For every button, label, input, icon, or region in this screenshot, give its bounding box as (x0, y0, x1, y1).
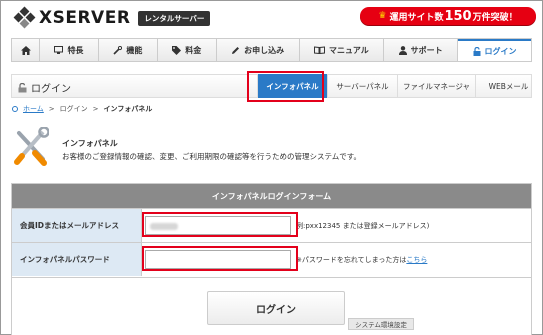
nav-manual[interactable]: マニュアル (300, 39, 385, 61)
wrench-screwdriver-icon (14, 127, 49, 166)
page-title-text: ログイン (31, 84, 71, 95)
nav-label: 特長 (67, 45, 84, 55)
info-description: お客様のご登録情報の確認、変更、ご利用期限の確認等を行うための管理システムです。 (62, 152, 362, 161)
logo-text: XSERVER (39, 8, 131, 28)
breadcrumb: ホーム > ログイン > インフォパネル (12, 104, 152, 114)
lock-open-icon (18, 82, 27, 92)
tab-serverpanel[interactable]: サーバーパネル (327, 74, 397, 98)
highlight-password-input (142, 246, 298, 271)
nav-label: マニュアル (329, 45, 369, 55)
crown-icon: ♛ (378, 11, 387, 21)
tools-icon (113, 45, 123, 55)
breadcrumb-current: インフォパネル (103, 105, 153, 113)
nav-pricing[interactable]: 料金 (158, 39, 217, 61)
breadcrumb-login: ログイン (59, 105, 88, 113)
promo-number: 150 (444, 8, 472, 24)
password-hint-text: ※パスワードを忘れてしまった方は (296, 256, 407, 264)
tag-icon (172, 45, 182, 55)
pencil-icon (232, 46, 240, 54)
nav-apply[interactable]: お申し込み (217, 39, 300, 61)
nav-support[interactable]: サポート (384, 39, 459, 61)
lock-icon (473, 46, 481, 56)
nav-label: 機能 (126, 45, 143, 55)
breadcrumb-home[interactable]: ホーム (23, 104, 44, 114)
person-icon (398, 45, 407, 55)
nav-features[interactable]: 特長 (40, 39, 99, 61)
page-title: ログイン (18, 80, 71, 95)
id-hint: 例:pxx12345 または登録メールアドレス) (296, 222, 430, 230)
nav-label: ログイン (484, 46, 517, 56)
tab-webmail[interactable]: WEBメール (475, 74, 541, 98)
nav-label: お申し込み (244, 45, 285, 55)
nav-login[interactable]: ログイン (458, 39, 531, 61)
chevron-right-icon: > (48, 105, 55, 113)
monitor-icon (54, 46, 64, 54)
nav-label: サポート (410, 45, 443, 55)
form-heading: インフォパネルログインフォーム (12, 184, 531, 208)
nav-home[interactable] (12, 39, 40, 61)
password-hint: ※パスワードを忘れてしまった方はこちら (296, 255, 427, 265)
xserver-logo[interactable]: XSERVER レンタルサーバー (13, 6, 211, 29)
highlight-id-input (142, 212, 298, 237)
nav-label: 料金 (185, 45, 202, 55)
home-icon (20, 45, 31, 55)
password-label: インフォパネルパスワード (12, 243, 142, 276)
page-frame: XSERVER レンタルサーバー ♛ 運用サイト数 150 万件突破！ 特長 機… (0, 0, 543, 335)
nav-functions[interactable]: 機能 (99, 39, 158, 61)
logo-badge: レンタルサーバー (138, 10, 211, 26)
id-label: 会員IDまたはメールアドレス (12, 209, 142, 242)
tab-filemanager[interactable]: ファイルマネージャ (397, 74, 475, 98)
logo-mark-icon (13, 6, 36, 29)
promo-prefix: 運用サイト数 (389, 12, 444, 23)
system-settings-link[interactable]: システム環境設定 (348, 318, 414, 330)
breadcrumb-dot-icon (12, 106, 18, 112)
form-actions: ログイン システム環境設定 (12, 277, 531, 335)
promo-banner[interactable]: ♛ 運用サイト数 150 万件突破！ (360, 7, 536, 25)
forgot-password-link[interactable]: こちら (406, 256, 427, 264)
highlight-infopanel-tab (247, 71, 324, 102)
main-nav: 特長 機能 料金 お申し込み マニュアル サポート ログイン (11, 38, 532, 62)
info-title: インフォパネル (62, 139, 118, 148)
book-icon (314, 46, 325, 54)
chevron-right-icon: > (92, 105, 99, 113)
promo-suffix: 万件突破！ (472, 12, 518, 23)
login-button[interactable]: ログイン (207, 291, 345, 325)
